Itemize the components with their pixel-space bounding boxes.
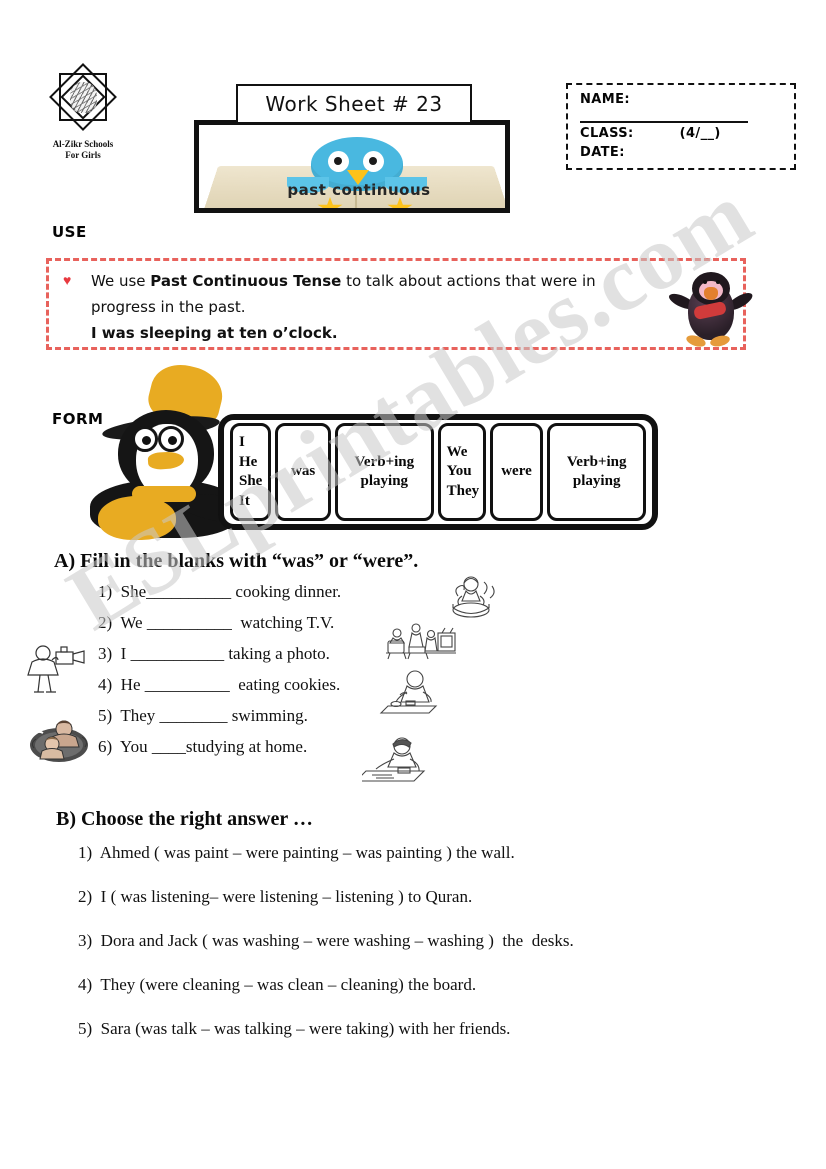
class-row: CLASS: (4/__) (580, 125, 784, 144)
form-structure-strip: I He She It was Verb+ing playing We You … (218, 414, 658, 530)
exercise-a-question[interactable]: 4) He __________ eating cookies. (98, 675, 341, 695)
exercise-a-question[interactable]: 6) You ____studying at home. (98, 737, 341, 757)
exercise-a-question[interactable]: 3) I ___________ taking a photo. (98, 644, 341, 664)
exercise-b-question[interactable]: 3) Dora and Jack ( was washing – were wa… (78, 931, 574, 951)
woman-cooking-pot-icon (440, 570, 502, 620)
penguin-big-eye-left (132, 426, 158, 452)
form-cell-line: were (501, 463, 532, 480)
form-cell-line: You (446, 463, 472, 480)
use-line-1: We use Past Continuous Tense to talk abo… (91, 269, 733, 295)
children-swimming-icon (28, 715, 90, 763)
school-logo-block: Al-Zikr Schools For Girls (38, 58, 128, 162)
exercise-a-heading: A) Fill in the blanks with “was” or “wer… (54, 550, 419, 572)
worksheet-page: ESLprintables.com Al-Zikr Schools For Gi… (0, 0, 826, 1169)
penguin-big-eye-right (158, 426, 184, 452)
form-cell-line: It (239, 492, 250, 509)
exercise-b-question[interactable]: 1) Ahmed ( was paint – were painting – w… (78, 843, 574, 863)
form-cell-was: was (275, 423, 331, 521)
form-cell-verb-ing-1: Verb+ing playing (334, 423, 434, 521)
form-cell-line: We (446, 443, 468, 460)
school-name-line1: Al-Zikr Schools (52, 139, 114, 149)
person-taking-photo-icon (18, 640, 90, 696)
school-name-line2: For Girls (65, 150, 101, 161)
penguin-with-bowtie-icon (666, 268, 755, 354)
form-cell-line: Verb+ing (354, 453, 415, 470)
penguin-eye-left (703, 280, 707, 284)
exercise-b-question-list: 1) Ahmed ( was paint – were painting – w… (78, 843, 574, 1063)
form-cell-line: He (239, 453, 258, 470)
form-cell-line: playing (572, 473, 621, 489)
use-line-3: I was sleeping at ten o’clock. (91, 323, 338, 342)
exercise-a-question[interactable]: 2) We __________ watching T.V. (98, 613, 341, 633)
penguin-big-scarf (132, 486, 196, 502)
use-section-label: USE (52, 223, 87, 241)
name-writing-line[interactable] (580, 120, 748, 123)
date-label: DATE: (580, 144, 625, 160)
exercise-b-question[interactable]: 5) Sara (was talk – was talking – were t… (78, 1019, 574, 1039)
student-info-box[interactable]: NAME: CLASS: (4/__) DATE: (566, 83, 796, 170)
exercise-b-question[interactable]: 2) I ( was listening– were listening – l… (78, 887, 574, 907)
use-line-2: progress in the past. (91, 297, 246, 316)
eight-point-star-logo-icon (49, 58, 117, 136)
form-cell-line: was (291, 463, 316, 480)
use-explanation-box: ♥ We use Past Continuous Tense to talk a… (46, 258, 746, 350)
penguin-big-belly (98, 496, 176, 540)
class-value: (4/__) (679, 125, 721, 141)
penguin-eye-right (716, 280, 720, 284)
banner-caption: past continuous (287, 181, 431, 199)
person-eating-cookies-icon (376, 668, 446, 720)
use-line1-bold: Past Continuous Tense (150, 272, 342, 290)
form-cell-verb-ing-2: Verb+ing playing (547, 423, 646, 521)
bird-eye-left (328, 151, 349, 172)
form-cell-line: I (239, 434, 245, 450)
form-cell-line: She (239, 473, 263, 489)
form-cell-line: playing (360, 473, 409, 489)
school-name: Al-Zikr Schools For Girls (38, 139, 128, 162)
form-cell-pronouns-plural: We You They (437, 423, 486, 521)
form-cell-pronouns-singular: I He She It (230, 423, 272, 521)
student-studying-icon (362, 735, 438, 787)
exercise-a-question-list: 1) She__________ cooking dinner. 2) We _… (98, 582, 341, 768)
family-watching-tv-icon (384, 617, 458, 665)
worksheet-title-box: Work Sheet # 23 (236, 84, 472, 124)
class-label: CLASS: (580, 125, 634, 141)
use-text: We use Past Continuous Tense to talk abo… (91, 269, 733, 347)
use-line1-part2: to talk about actions that were in (341, 272, 596, 290)
exercise-b-question[interactable]: 4) They (were cleaning – was clean – cle… (78, 975, 574, 995)
name-label: NAME: (580, 92, 630, 107)
worksheet-title: Work Sheet # 23 (265, 92, 443, 116)
bird-eye-right (363, 151, 384, 172)
exercise-b-heading: B) Choose the right answer … (56, 808, 313, 830)
use-line1-part1: We use (91, 272, 151, 290)
banner-image: past continuous (194, 120, 510, 213)
form-cell-line: They (446, 482, 480, 499)
exercise-a-question[interactable]: 1) She__________ cooking dinner. (98, 582, 341, 602)
heart-bullet-icon: ♥ (63, 274, 72, 289)
form-cell-line: Verb+ing (566, 453, 627, 470)
exercise-a-question[interactable]: 5) They ________ swimming. (98, 706, 341, 726)
form-cell-were: were (489, 423, 544, 521)
penguin-beak (704, 287, 718, 300)
logo-calligraphy (70, 82, 97, 113)
